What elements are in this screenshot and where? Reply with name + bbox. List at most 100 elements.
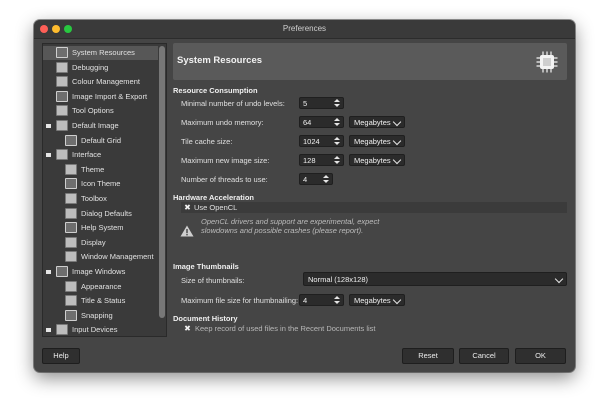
sidebar-item[interactable]: Toolbox: [43, 192, 158, 206]
warning-icon: [180, 225, 194, 237]
help-system-icon: [65, 222, 77, 234]
spinner-arrows-icon[interactable]: [322, 174, 331, 184]
collapse-toggle-icon[interactable]: [46, 124, 51, 128]
spinner-arrows-icon[interactable]: [333, 117, 342, 127]
thumbnail-size-select[interactable]: Normal (128x128): [303, 272, 567, 286]
cancel-button[interactable]: Cancel: [459, 348, 509, 364]
chip-icon: [536, 51, 558, 73]
max-image-size-unit: Megabytes: [354, 156, 391, 165]
title-status-icon: [65, 295, 77, 307]
display-icon: [65, 236, 77, 248]
sidebar-item[interactable]: Debugging: [43, 61, 158, 75]
sidebar-item-label: Appearance: [81, 281, 122, 291]
toolbox-icon: [65, 193, 77, 204]
sidebar-item[interactable]: Image Import & Export: [43, 90, 158, 104]
sidebar-item-label: Toolbox: [81, 194, 107, 203]
max-image-size-value: 128: [303, 156, 316, 165]
undo-levels-spinner[interactable]: 5: [299, 97, 344, 109]
threads-value: 4: [303, 175, 308, 184]
recent-documents-checkbox[interactable]: ✖: [183, 324, 192, 333]
sidebar-item-label: Colour Management: [72, 77, 140, 87]
resource-consumption-heading: Resource Consumption: [173, 86, 258, 95]
palette-icon: [56, 76, 68, 88]
chevron-down-icon: [554, 274, 564, 284]
sidebar-item[interactable]: Colour Management: [43, 75, 158, 89]
use-opencl-row[interactable]: ✖ Use OpenCL: [181, 202, 567, 213]
undo-memory-unit-select[interactable]: Megabytes: [349, 116, 405, 128]
max-image-size-spinner[interactable]: 128: [299, 154, 344, 166]
sidebar-item[interactable]: Snapping: [43, 309, 158, 323]
chevron-down-icon: [392, 136, 402, 146]
main-panel: System Resources Resource Consumption Mi…: [173, 43, 567, 335]
chevron-down-icon: [392, 295, 402, 305]
sidebar-item-label: Tool Options: [72, 106, 114, 116]
threads-spinner[interactable]: 4: [299, 173, 333, 185]
max-image-size-unit-select[interactable]: Megabytes: [349, 154, 405, 166]
sidebar-item[interactable]: Appearance: [43, 280, 158, 294]
collapse-toggle-icon[interactable]: [46, 328, 51, 333]
spinner-arrows-icon[interactable]: [333, 98, 342, 108]
tile-cache-spinner[interactable]: 1024: [299, 135, 344, 147]
sidebar-item[interactable]: Display: [43, 236, 158, 250]
opencl-warning-text: OpenCL drivers and support are experimen…: [201, 217, 380, 235]
collapse-toggle-icon[interactable]: [46, 270, 51, 274]
tile-cache-label: Tile cache size:: [181, 137, 233, 146]
theme-icon: [65, 163, 77, 175]
tile-cache-unit: Megabytes: [354, 137, 391, 146]
snapping-icon: [65, 309, 77, 321]
sidebar-item[interactable]: System Resources: [43, 46, 158, 60]
page-header: System Resources: [173, 43, 567, 80]
bug-icon: [56, 61, 68, 73]
undo-levels-value: 5: [303, 99, 308, 108]
use-opencl-checkbox[interactable]: ✖: [183, 203, 192, 212]
appearance-icon: [65, 280, 77, 292]
sidebar-item-label: Title & Status: [81, 296, 126, 306]
thumbnail-size-value: Normal (128x128): [308, 275, 369, 284]
sidebar-item-label: Theme: [81, 164, 105, 174]
sidebar-item-label: Display: [81, 237, 106, 247]
ok-button[interactable]: OK: [515, 348, 566, 364]
sidebar-item[interactable]: Help System: [43, 221, 158, 235]
undo-memory-spinner[interactable]: 64: [299, 116, 344, 128]
reset-button[interactable]: Reset: [402, 348, 454, 364]
sidebar-item[interactable]: Icon Theme: [43, 177, 158, 191]
sidebar-item[interactable]: Image Windows: [43, 265, 158, 279]
undo-levels-label: Minimal number of undo levels:: [181, 99, 285, 108]
default-image-icon: [56, 120, 68, 131]
sidebar-item[interactable]: Title & Status: [43, 294, 158, 308]
sidebar-scroll-thumb[interactable]: [159, 46, 165, 318]
sidebar-item[interactable]: Input Devices: [43, 323, 158, 336]
tool-options-icon: [56, 105, 68, 117]
sidebar-scrollbar[interactable]: [158, 44, 166, 336]
sidebar-item-label: Snapping: [81, 310, 113, 320]
input-devices-icon: [56, 324, 68, 336]
spinner-arrows-icon[interactable]: [333, 155, 342, 165]
sidebar-item[interactable]: Tool Options: [43, 104, 158, 118]
spinner-arrows-icon[interactable]: [333, 295, 342, 305]
undo-memory-value: 64: [303, 118, 312, 127]
sidebar-item[interactable]: Theme: [43, 163, 158, 177]
sidebar-item[interactable]: Default Grid: [43, 134, 158, 148]
sidebar-item[interactable]: Interface: [43, 148, 158, 162]
sidebar-item[interactable]: Default Image: [43, 119, 158, 133]
spinner-arrows-icon[interactable]: [333, 136, 342, 146]
max-thumbnail-file-size-spinner[interactable]: 4: [299, 294, 344, 306]
tile-cache-value: 1024: [303, 137, 320, 146]
sidebar-item-label: Interface: [72, 150, 102, 160]
undo-memory-label: Maximum undo memory:: [181, 118, 264, 127]
max-thumbnail-file-size-unit: Megabytes: [354, 296, 391, 305]
page-title: System Resources: [177, 55, 263, 66]
dialog-defaults-icon: [65, 207, 77, 219]
window-management-icon: [65, 251, 77, 263]
max-thumbnail-file-size-label: Maximum file size for thumbnailing:: [181, 296, 299, 305]
sidebar-item-label: System Resources: [72, 48, 135, 57]
max-thumbnail-file-size-unit-select[interactable]: Megabytes: [349, 294, 405, 306]
title-bar: Preferences: [34, 20, 575, 39]
icon-theme-icon: [65, 178, 77, 190]
help-button[interactable]: Help: [42, 348, 80, 364]
collapse-toggle-icon[interactable]: [46, 153, 51, 158]
tile-cache-unit-select[interactable]: Megabytes: [349, 135, 405, 147]
sidebar-item[interactable]: Window Management: [43, 250, 158, 264]
threads-label: Number of threads to use:: [181, 175, 268, 184]
sidebar-item[interactable]: Dialog Defaults: [43, 207, 158, 221]
